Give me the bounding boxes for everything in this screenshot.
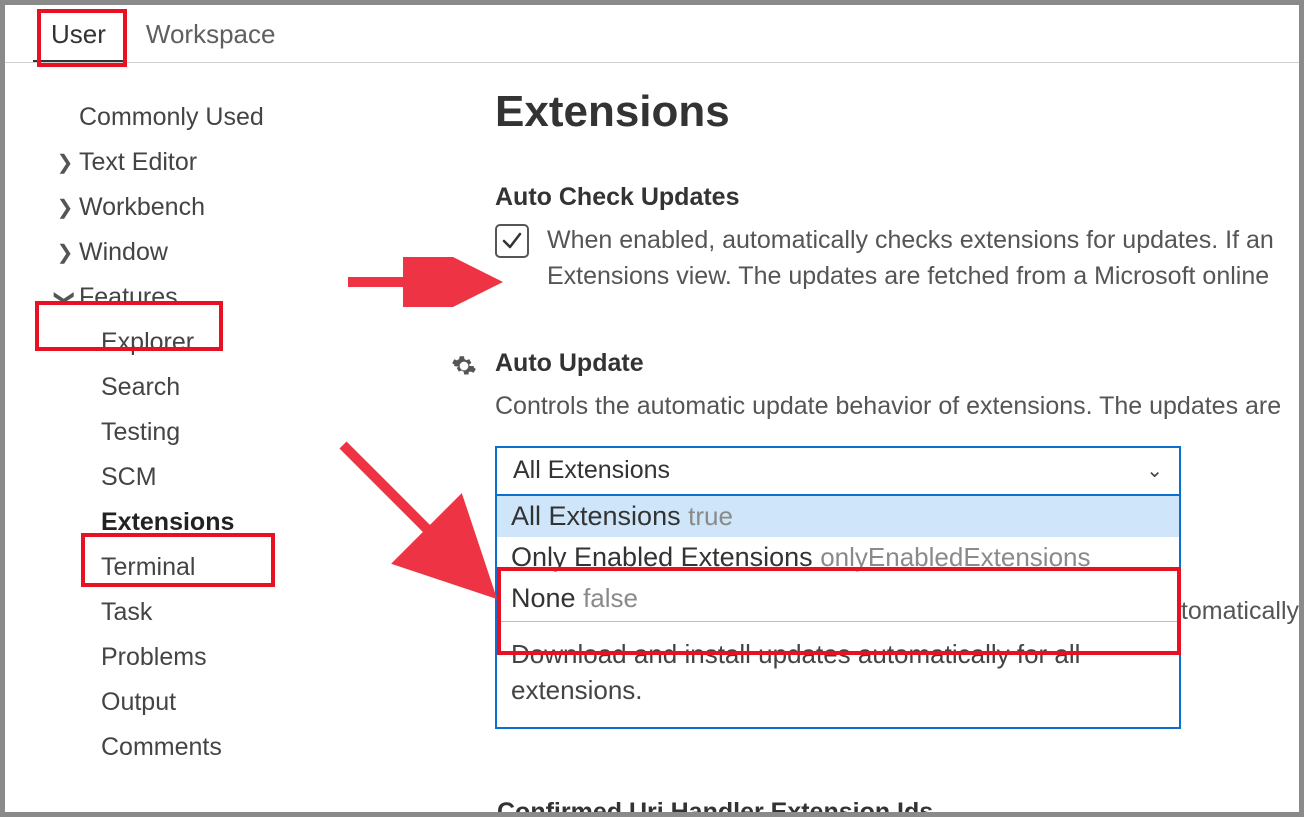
option-value: true <box>688 501 733 531</box>
toc-label: Window <box>79 238 168 267</box>
dropdown-listbox: All Extensions true Only Enabled Extensi… <box>495 496 1181 729</box>
toc-label: Output <box>101 688 176 717</box>
page-title: Extensions <box>495 87 1299 137</box>
chevron-down-icon: ⌄ <box>1146 458 1163 483</box>
setting-auto-update: Auto Update Controls the automatic updat… <box>495 349 1299 729</box>
toc-workbench[interactable]: ❯ Workbench <box>39 185 425 230</box>
setting-description: Controls the automatic update behavior o… <box>495 388 1299 424</box>
setting-description: When enabled, automatically checks exten… <box>547 222 1299 295</box>
option-label: None <box>511 583 576 613</box>
setting-title: Auto Check Updates <box>495 183 1299 212</box>
toc-features-task[interactable]: Task <box>39 590 425 635</box>
tab-user[interactable]: User <box>33 11 124 62</box>
toc-features-problems[interactable]: Problems <box>39 635 425 680</box>
toc-features-output[interactable]: Output <box>39 680 425 725</box>
toc-label: Extensions <box>101 508 234 537</box>
option-label: Only Enabled Extensions <box>511 542 813 572</box>
chevron-right-icon: ❯ <box>51 150 79 175</box>
auto-update-select[interactable]: All Extensions ⌄ <box>495 446 1181 496</box>
dropdown-help-text: Download and install updates automatical… <box>497 622 1179 727</box>
toc-text-editor[interactable]: ❯ Text Editor <box>39 140 425 185</box>
toc-features-scm[interactable]: SCM <box>39 455 425 500</box>
toc-label: Comments <box>101 733 222 762</box>
toc-label: Terminal <box>101 553 195 582</box>
cutoff-text: tomatically <box>1181 597 1299 626</box>
dropdown-option-only-enabled[interactable]: Only Enabled Extensions onlyEnabledExten… <box>497 537 1179 578</box>
setting-auto-check-updates: Auto Check Updates When enabled, automat… <box>495 183 1299 295</box>
option-label: All Extensions <box>511 501 681 531</box>
gear-icon[interactable] <box>451 353 477 384</box>
option-value: onlyEnabledExtensions <box>820 542 1090 572</box>
settings-content: Extensions Auto Check Updates When enabl… <box>425 77 1299 783</box>
chevron-right-icon: ❯ <box>51 195 79 220</box>
toc-label: Problems <box>101 643 207 672</box>
toc-features-testing[interactable]: Testing <box>39 410 425 455</box>
toc-label: Explorer <box>101 328 194 357</box>
check-icon <box>500 229 524 253</box>
toc-features-terminal[interactable]: Terminal <box>39 545 425 590</box>
dropdown-option-none[interactable]: None false <box>497 578 1179 619</box>
settings-scope-tabs: User Workspace <box>5 5 1299 63</box>
toc-features[interactable]: ❯ Features <box>39 275 425 320</box>
toc-label: Task <box>101 598 152 627</box>
toc-features-search[interactable]: Search <box>39 365 425 410</box>
toc-window[interactable]: ❯ Window <box>39 230 425 275</box>
toc-features-comments[interactable]: Comments <box>39 725 425 770</box>
toc-commonly-used[interactable]: Commonly Used <box>39 95 425 140</box>
toc-label: Search <box>101 373 180 402</box>
toc-label: Workbench <box>79 193 205 222</box>
setting-title: Auto Update <box>495 349 1299 378</box>
toc-label: SCM <box>101 463 157 492</box>
chevron-down-icon: ❯ <box>53 284 78 312</box>
option-value: false <box>583 583 638 613</box>
chevron-right-icon: ❯ <box>51 240 79 265</box>
settings-toc: Commonly Used ❯ Text Editor ❯ Workbench … <box>5 77 425 783</box>
cutoff-heading: Confirmed Uri Handler Extension Ids <box>497 798 933 812</box>
toc-label: Commonly Used <box>79 103 264 132</box>
toc-label: Testing <box>101 418 180 447</box>
auto-update-dropdown: All Extensions ⌄ All Extensions true Onl… <box>495 446 1181 729</box>
tab-workspace[interactable]: Workspace <box>128 11 294 62</box>
dropdown-option-all-extensions[interactable]: All Extensions true <box>497 496 1179 537</box>
auto-check-updates-checkbox[interactable] <box>495 224 529 258</box>
toc-features-explorer[interactable]: Explorer <box>39 320 425 365</box>
toc-features-extensions[interactable]: Extensions <box>39 500 425 545</box>
dropdown-selected-label: All Extensions <box>513 456 670 485</box>
toc-label: Text Editor <box>79 148 197 177</box>
toc-label: Features <box>79 283 178 312</box>
